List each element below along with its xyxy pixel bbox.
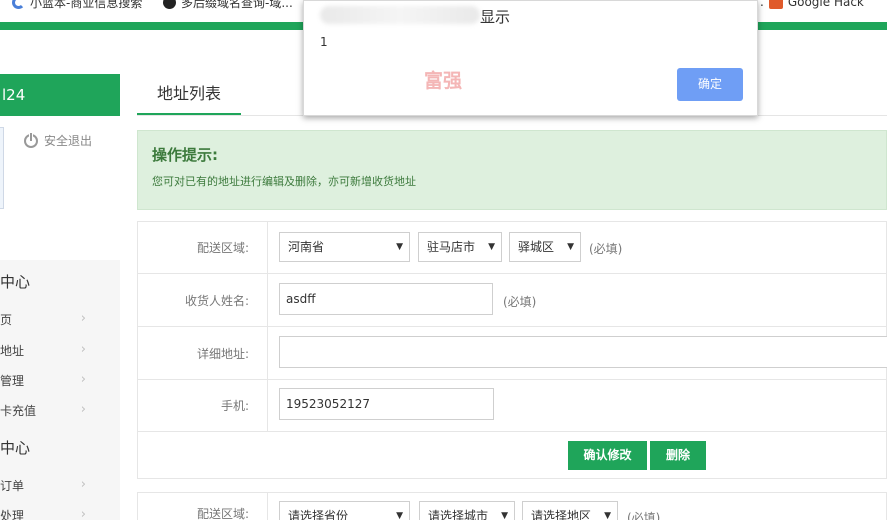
phone-input[interactable]: 19523052127 <box>279 388 494 420</box>
chevron-right-icon: › <box>80 477 86 492</box>
city-select[interactable]: 请选择城市 ▼ <box>419 501 515 520</box>
name-row: 收货人姓名: asdff (必填) <box>138 274 887 327</box>
sidebar-item-label: 页 <box>0 313 13 327</box>
required-note: (必填) <box>627 511 661 520</box>
avatar-box <box>0 127 4 209</box>
browser-page: 小蓝本-商业信息搜索 多后缀域名查询-域... . Google Hack l2… <box>0 0 887 520</box>
sidebar-item[interactable]: 地址 › <box>0 342 86 359</box>
alert-dialog: 显示 1 富强 确定 <box>303 0 758 116</box>
bookmark-item[interactable]: 小蓝本-商业信息搜索 <box>12 0 143 10</box>
delete-button[interactable]: 删除 <box>650 441 706 470</box>
province-placeholder: 请选择省份 <box>288 509 349 520</box>
sidebar-item-label: 处理 <box>0 509 25 520</box>
watermark-text: 富强 <box>424 70 463 92</box>
sidebar-item-label: 订单 <box>0 479 25 493</box>
sidebar-item-label: 地址 <box>0 344 25 358</box>
bookmark-item[interactable]: 多后缀域名查询-域... <box>163 0 293 10</box>
ok-button[interactable]: 确定 <box>677 68 743 101</box>
name-input[interactable]: asdff <box>279 283 493 315</box>
tab-address-list[interactable]: 地址列表 <box>137 76 241 116</box>
district-select[interactable]: 驿城区 ▼ <box>509 232 581 262</box>
sidebar-item-label: 卡充值 <box>0 404 37 418</box>
district-value: 驿城区 <box>518 240 555 254</box>
logout-link[interactable]: 安全退出 <box>24 131 93 149</box>
region-label: 配送区域: <box>138 493 268 520</box>
power-icon <box>24 131 38 148</box>
dropdown-arrow-icon: ▼ <box>396 511 403 520</box>
g-logo-icon <box>12 0 25 9</box>
dropdown-arrow-icon: ▼ <box>567 242 574 252</box>
sidebar-section-title: 中心 <box>0 273 31 291</box>
sidebar-item-label: 管理 <box>0 374 25 388</box>
city-placeholder: 请选择城市 <box>428 509 489 520</box>
phone-row: 手机: 19523052127 <box>138 380 887 432</box>
ellipsis-icon: . <box>760 0 764 9</box>
district-placeholder: 请选择地区 <box>531 509 592 520</box>
chevron-right-icon: › <box>80 372 86 387</box>
bookmark-item[interactable]: . Google Hack <box>760 0 864 9</box>
tips-text: 您可对已有的地址进行编辑及删除，亦可新增收货地址 <box>152 175 416 188</box>
dropdown-arrow-icon: ▼ <box>488 242 495 252</box>
dialog-title: 显示 <box>480 8 511 26</box>
chevron-right-icon: › <box>80 402 86 417</box>
bookmark-label: 小蓝本-商业信息搜索 <box>30 0 143 10</box>
confirm-edit-button[interactable]: 确认修改 <box>568 441 647 470</box>
chevron-right-icon: › <box>80 311 86 326</box>
address-form: 配送区域: 河南省 ▼ 驻马店市 ▼ 驿城区 ▼ (必填) 收货人姓名: asd… <box>137 221 887 479</box>
redacted-origin <box>320 6 480 24</box>
sidebar-section-title: 中心 <box>0 439 31 457</box>
district-select[interactable]: 请选择地区 ▼ <box>522 501 618 520</box>
city-value: 驻马店市 <box>427 240 476 254</box>
globe-icon <box>163 0 176 9</box>
chevron-right-icon: › <box>80 507 86 520</box>
tips-title: 操作提示: <box>152 146 218 164</box>
name-label: 收货人姓名: <box>138 274 268 326</box>
bookmark-label: Google Hack <box>787 0 864 9</box>
address-row: 详细地址: <box>138 327 887 380</box>
phone-label: 手机: <box>138 380 268 431</box>
dropdown-arrow-icon: ▼ <box>396 242 403 252</box>
tips-box: 操作提示: 您可对已有的地址进行编辑及删除，亦可新增收货地址 <box>137 130 887 210</box>
sidebar-item[interactable]: 管理 › <box>0 372 86 389</box>
dialog-message: 1 <box>320 35 328 49</box>
city-select[interactable]: 驻马店市 ▼ <box>418 232 502 262</box>
region-row: 配送区域: 河南省 ▼ 驻马店市 ▼ 驿城区 ▼ (必填) <box>138 222 887 274</box>
address-input[interactable] <box>279 336 887 368</box>
sidebar-item[interactable]: 卡充值 › <box>0 402 86 419</box>
province-select[interactable]: 请选择省份 ▼ <box>279 501 410 520</box>
user-header: l24 <box>0 74 120 116</box>
required-note: (必填) <box>589 242 623 256</box>
required-note: (必填) <box>503 295 537 309</box>
new-address-form: 配送区域: 请选择省份 ▼ 请选择城市 ▼ 请选择地区 ▼ (必填) <box>137 492 887 520</box>
province-value: 河南省 <box>288 240 325 254</box>
dropdown-arrow-icon: ▼ <box>501 511 508 520</box>
dropdown-arrow-icon: ▼ <box>604 511 611 520</box>
address-label: 详细地址: <box>138 327 268 379</box>
bookmark-label: 多后缀域名查询-域... <box>181 0 293 10</box>
sidebar-item[interactable]: 订单 › <box>0 477 86 494</box>
region-label: 配送区域: <box>138 222 268 273</box>
c-logo-icon <box>768 0 783 9</box>
chevron-right-icon: › <box>80 342 86 357</box>
province-select[interactable]: 河南省 ▼ <box>279 232 410 262</box>
sidebar-item[interactable]: 处理 › <box>0 507 86 520</box>
sidebar-item[interactable]: 页 › <box>0 311 86 328</box>
logout-label: 安全退出 <box>44 134 93 148</box>
